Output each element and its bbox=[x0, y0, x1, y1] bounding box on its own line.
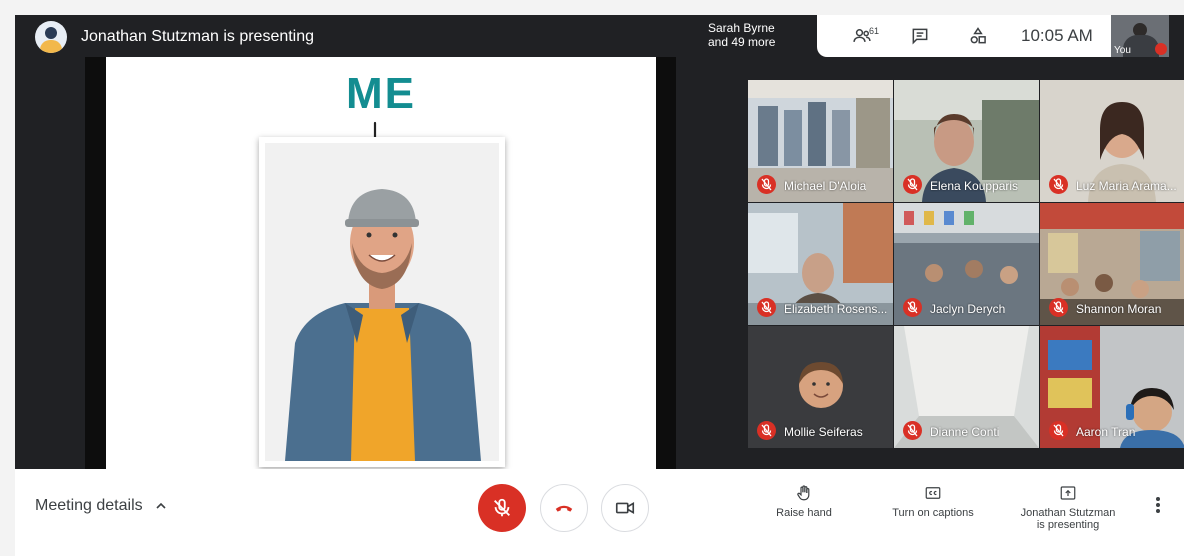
mic-off-icon bbox=[1049, 298, 1068, 317]
camera-toggle-button[interactable] bbox=[601, 484, 649, 532]
self-mic-off-icon bbox=[1155, 43, 1167, 55]
captions-icon bbox=[925, 487, 941, 499]
hand-icon bbox=[797, 485, 810, 501]
mic-off-icon bbox=[757, 298, 776, 317]
participant-tile[interactable]: Mollie Seiferas bbox=[748, 326, 893, 448]
chat-icon bbox=[912, 28, 928, 45]
more-participants-name: Sarah Byrne bbox=[708, 21, 775, 35]
presenter-avatar bbox=[35, 21, 67, 53]
meeting-info-pill: 61 10:05 AM bbox=[817, 15, 1111, 57]
participant-tile[interactable]: Aaron Tran bbox=[1040, 326, 1184, 448]
raise-hand-label: Raise hand bbox=[776, 507, 832, 519]
mic-off-icon bbox=[1049, 175, 1068, 194]
participant-name: Shannon Moran bbox=[1076, 302, 1162, 316]
participant-name: Elena Koupparis bbox=[930, 179, 1019, 193]
participant-name: Luz Maria Arama... bbox=[1076, 179, 1177, 193]
participant-tile[interactable]: Luz Maria Arama... bbox=[1040, 80, 1184, 202]
self-view-label: You bbox=[1114, 45, 1131, 56]
present-now-button[interactable]: Jonathan Stutzman is presenting bbox=[1013, 484, 1123, 531]
mic-off-icon bbox=[903, 298, 922, 317]
mic-off-icon bbox=[1049, 421, 1068, 440]
activities-button[interactable] bbox=[949, 20, 1007, 52]
more-vert-icon[interactable] bbox=[1151, 495, 1165, 517]
mic-off-icon bbox=[757, 421, 776, 440]
clock: 10:05 AM bbox=[1021, 26, 1093, 45]
slide-heading: ME bbox=[346, 69, 416, 118]
bottom-control-bar: Meeting details Raise hand Turn on capti… bbox=[15, 469, 1184, 556]
leave-call-button[interactable] bbox=[540, 484, 588, 532]
participant-name: Michael D'Aloia bbox=[784, 179, 867, 193]
participant-tile[interactable]: Jaclyn Derych bbox=[894, 203, 1039, 325]
present-label-line1: Jonathan Stutzman bbox=[1020, 507, 1116, 519]
present-icon bbox=[1060, 486, 1076, 500]
mic-off-icon bbox=[494, 498, 510, 517]
participant-name: Elizabeth Rosens... bbox=[784, 302, 888, 316]
participant-name: Aaron Tran bbox=[1076, 425, 1136, 439]
raise-hand-button[interactable]: Raise hand bbox=[749, 484, 859, 519]
presenter-bar: Jonathan Stutzman is presenting bbox=[15, 15, 795, 59]
more-participants-rest: and 49 more bbox=[708, 35, 776, 49]
captions-label: Turn on captions bbox=[892, 507, 974, 519]
camera-icon bbox=[615, 501, 635, 515]
present-label-line2: is presenting bbox=[1036, 519, 1100, 531]
meeting-stage: Jonathan Stutzman is presenting Sarah By… bbox=[15, 15, 1184, 469]
meeting-details-label: Meeting details bbox=[35, 497, 143, 514]
participants-grid: Michael D'Aloia Elena Koupparis Luz Mari… bbox=[748, 80, 1184, 448]
top-right-toolbar: Sarah Byrne and 49 more 61 10:05 AM You bbox=[695, 15, 1184, 57]
participant-tile[interactable]: Dianne Conti bbox=[894, 326, 1039, 448]
mic-toggle-button[interactable] bbox=[478, 484, 526, 532]
participant-tile[interactable]: Shannon Moran bbox=[1040, 203, 1184, 325]
presenter-photo-image bbox=[265, 143, 499, 461]
chevron-up-icon bbox=[156, 502, 166, 509]
meet-window: Jonathan Stutzman is presenting Sarah By… bbox=[0, 0, 1184, 556]
mic-off-icon bbox=[903, 421, 922, 440]
presentation-slide: ME bbox=[106, 57, 656, 469]
participant-tile[interactable]: Elizabeth Rosens... bbox=[748, 203, 893, 325]
more-participants-indicator[interactable]: Sarah Byrne and 49 more bbox=[695, 15, 817, 57]
self-view-tile[interactable]: You bbox=[1111, 15, 1169, 57]
captions-button[interactable]: Turn on captions bbox=[878, 484, 988, 519]
hang-up-icon bbox=[555, 505, 573, 512]
participant-name: Mollie Seiferas bbox=[784, 425, 863, 439]
participant-tile[interactable]: Elena Koupparis bbox=[894, 80, 1039, 202]
chat-button[interactable] bbox=[891, 20, 949, 52]
meeting-details-button[interactable]: Meeting details bbox=[35, 497, 167, 515]
participants-count: 61 bbox=[869, 26, 880, 36]
presenter-title: Jonathan Stutzman is presenting bbox=[81, 28, 315, 45]
mic-off-icon bbox=[757, 175, 776, 194]
participant-tile[interactable]: Michael D'Aloia bbox=[748, 80, 893, 202]
participant-name: Dianne Conti bbox=[930, 425, 1000, 439]
mic-off-icon bbox=[903, 175, 922, 194]
activities-icon bbox=[970, 27, 986, 44]
participants-button[interactable]: 61 bbox=[833, 20, 891, 52]
participant-name: Jaclyn Derych bbox=[930, 302, 1006, 316]
presenter-photo bbox=[259, 137, 505, 467]
